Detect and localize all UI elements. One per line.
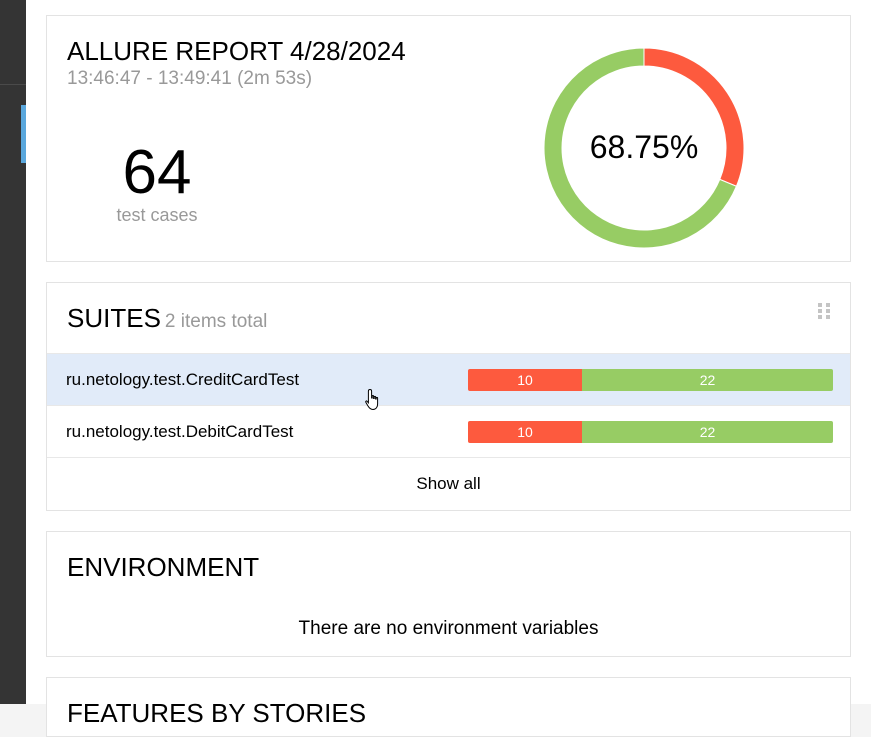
passed-segment: 22 bbox=[582, 421, 833, 443]
passed-segment: 22 bbox=[582, 369, 833, 391]
sidebar bbox=[0, 0, 26, 704]
failed-segment: 10 bbox=[468, 369, 583, 391]
features-widget: FEATURES BY STORIES bbox=[46, 677, 851, 737]
suites-title-text: SUITES bbox=[67, 303, 161, 333]
environment-widget: ENVIRONMENT There are no environment var… bbox=[46, 531, 851, 657]
report-title: ALLURE REPORT 4/28/2024 bbox=[67, 36, 406, 66]
success-rate: 68.75% bbox=[589, 129, 699, 165]
failed-segment: 10 bbox=[468, 421, 583, 443]
environment-title: ENVIRONMENT bbox=[67, 552, 260, 582]
drag-handle-icon[interactable] bbox=[818, 303, 830, 319]
suite-name: ru.netology.test.DebitCardTest bbox=[66, 422, 294, 441]
summary-widget: ALLURE REPORT 4/28/2024 13:46:47 - 13:49… bbox=[46, 15, 851, 262]
suites-count: 2 items total bbox=[164, 311, 268, 332]
report-time-range: 13:46:47 - 13:49:41 (2m 53s) bbox=[67, 68, 313, 89]
suite-status-bar: 10 22 bbox=[468, 421, 833, 443]
suite-row[interactable]: ru.netology.test.DebitCardTest 10 22 bbox=[47, 405, 850, 457]
suites-widget: SUITES 2 items total ru.netology.test.Cre… bbox=[46, 282, 851, 511]
suites-title: SUITES 2 items total bbox=[67, 303, 267, 334]
test-cases-count: 64 bbox=[122, 138, 192, 207]
suite-name: ru.netology.test.CreditCardTest bbox=[66, 370, 300, 389]
suite-row[interactable]: ru.netology.test.CreditCardTest 10 22 bbox=[47, 353, 850, 405]
test-cases-label: test cases bbox=[116, 205, 198, 225]
show-all-link[interactable]: Show all bbox=[47, 457, 850, 510]
main-content: ALLURE REPORT 4/28/2024 13:46:47 - 13:49… bbox=[26, 0, 871, 737]
suite-status-bar: 10 22 bbox=[468, 369, 833, 391]
hand-cursor-icon bbox=[365, 388, 379, 411]
sidebar-divider bbox=[0, 84, 26, 85]
environment-empty-message: There are no environment variables bbox=[298, 618, 599, 639]
features-title: FEATURES BY STORIES bbox=[67, 698, 367, 728]
